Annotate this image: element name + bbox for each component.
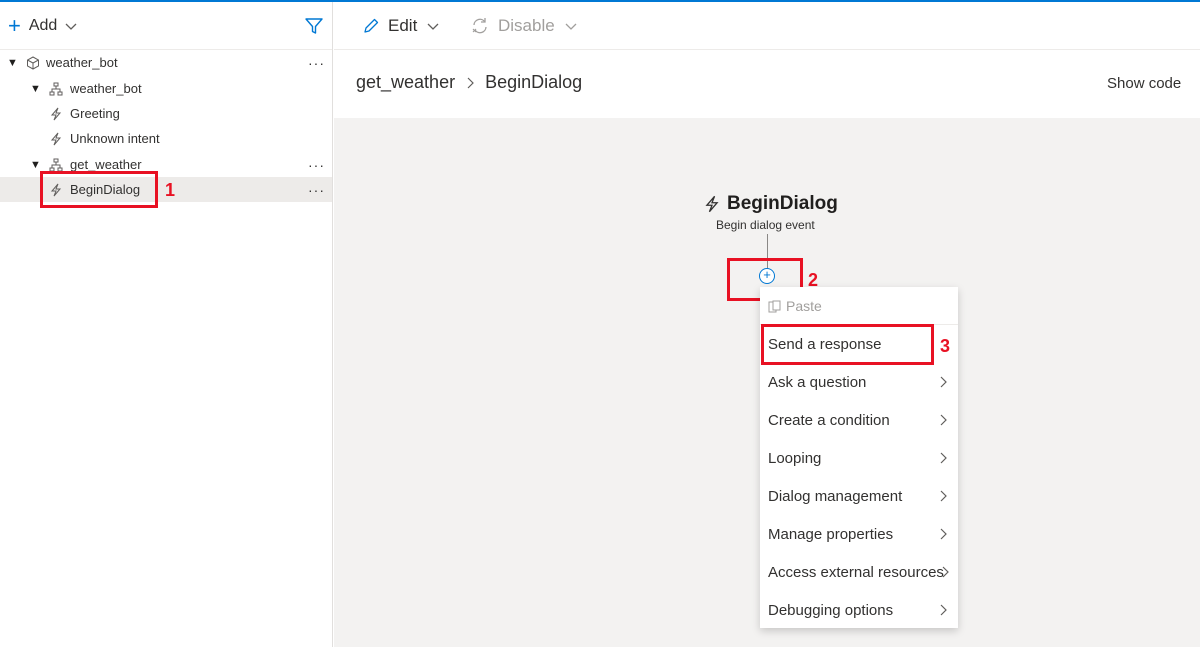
chevron-right-icon [940,414,947,426]
chevron-right-icon [940,490,947,502]
tree-item-label: Unknown intent [70,131,160,146]
tree-item-label: Greeting [70,106,120,121]
tree-item-weather-bot-dialog[interactable]: ▼ weather_bot [0,76,332,101]
more-options-icon[interactable]: ··· [308,182,325,198]
menu-item-looping[interactable]: Looping [760,439,958,477]
editor-toolbar: Edit Disable [334,2,1200,50]
tree-item-greeting[interactable]: Greeting [0,101,332,126]
tree-item-label: weather_bot [46,55,118,70]
left-toolbar: + Add [0,2,332,50]
more-options-icon[interactable]: ··· [308,157,325,173]
expand-triangle-icon[interactable]: ▼ [30,159,41,171]
chevron-down-icon [565,23,577,30]
menu-item-ask-a-question[interactable]: Ask a question [760,363,958,401]
menu-item-label: Dialog management [768,487,903,505]
annotation-number-3: 3 [940,336,951,356]
menu-item-label: Looping [768,449,822,467]
show-code-button[interactable]: Show code [1107,75,1181,92]
menu-item-label: Manage properties [768,525,894,543]
lightning-icon [50,132,62,145]
navigation-pane: + Add ▼ weather_bot ··· ▼ weather_bot Gr… [0,2,333,647]
chevron-right-icon [940,528,947,540]
chevron-down-icon [65,23,77,30]
annotation-box-3 [761,324,934,365]
lightning-icon [705,195,719,213]
tree-item-unknown-intent[interactable]: Unknown intent [0,126,332,151]
edit-label: Edit [388,16,418,35]
tree-item-weather-bot-root[interactable]: ▼ weather_bot ··· [0,50,332,75]
edit-button[interactable]: Edit [362,14,439,38]
menu-item-label: Access external resources [768,563,944,581]
annotation-box-1 [40,171,158,208]
expand-triangle-icon[interactable]: ▼ [30,83,41,95]
chevron-right-icon [942,566,949,578]
menu-item-label: Debugging options [768,601,894,619]
menu-item-access-external-resources[interactable]: Access external resources [760,553,958,591]
plus-icon: + [8,13,21,38]
org-chart-icon [49,82,63,95]
chevron-right-icon [940,604,947,616]
breadcrumb-parent[interactable]: get_weather [356,72,455,93]
breadcrumb: get_weather BeginDialog [356,72,582,93]
add-button[interactable]: + Add [8,14,77,38]
cube-icon [27,55,39,70]
trigger-node-subtitle: Begin dialog event [716,218,815,232]
menu-item-create-a-condition[interactable]: Create a condition [760,401,958,439]
chevron-down-icon [427,23,439,30]
menu-item-manage-properties[interactable]: Manage properties [760,515,958,553]
lightning-icon [50,107,62,120]
org-chart-icon [49,158,63,171]
paste-icon [768,300,781,313]
menu-item-label: Paste [786,298,822,314]
menu-item-dialog-management[interactable]: Dialog management [760,477,958,515]
menu-item-paste[interactable]: Paste [760,287,958,325]
expand-triangle-icon[interactable]: ▼ [7,57,18,69]
add-label: Add [28,17,58,34]
tree-item-label: get_weather [70,157,142,172]
trigger-node-title-text: BeginDialog [727,193,838,214]
pencil-icon [364,18,379,33]
chevron-right-icon [940,376,947,388]
menu-item-label: Ask a question [768,373,867,391]
disable-button[interactable]: Disable [470,14,577,38]
more-options-icon[interactable]: ··· [308,55,325,71]
disable-toggle-icon [472,18,487,34]
disable-label: Disable [498,16,555,35]
breadcrumb-current: BeginDialog [485,72,583,92]
trigger-node-title[interactable]: BeginDialog [703,193,838,215]
chevron-right-icon [940,452,947,464]
menu-item-debugging-options[interactable]: Debugging options [760,591,958,629]
annotation-number-1: 1 [165,180,176,200]
filter-icon[interactable] [304,16,324,36]
tree-item-label: weather_bot [70,81,142,96]
chevron-right-icon [467,77,474,88]
menu-item-label: Create a condition [768,411,890,429]
